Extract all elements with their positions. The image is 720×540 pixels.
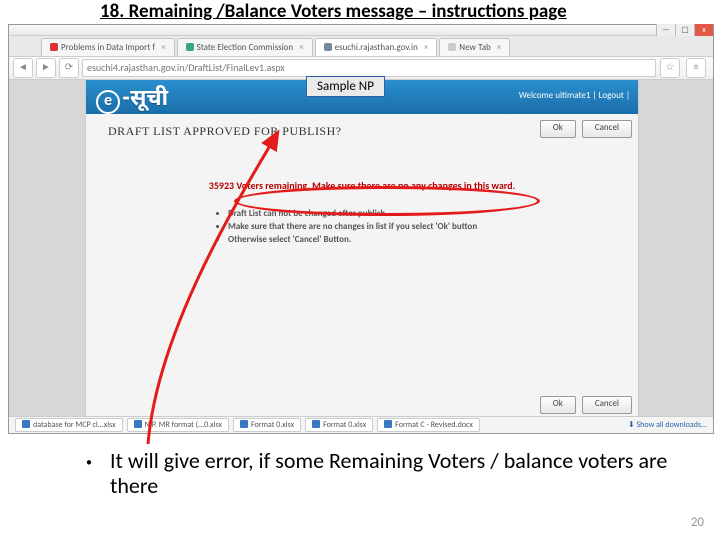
sample-np-callout: Sample NP (306, 76, 385, 97)
viewport: e-सूची Welcome ultimate1 | Logout | Ok C… (9, 80, 713, 420)
instruction-item: Otherwise select 'Cancel' Button. (228, 234, 616, 245)
file-icon (384, 420, 392, 428)
instruction-item: Draft List can not be changed after publ… (228, 208, 616, 219)
downloads-bar: database for MCP cl...xlsx N.P. MR format… (9, 416, 713, 433)
caption-text: It will give error, if some Remaining Vo… (110, 448, 700, 499)
browser-tab[interactable]: esuchi.rajasthan.gov.in× (315, 38, 438, 56)
url-field[interactable]: esuchi4.rajasthan.gov.in/DraftList/Final… (82, 59, 656, 77)
tab-strip: Problems in Data Import f×State Election… (9, 36, 713, 57)
file-icon (134, 420, 142, 428)
download-item[interactable]: database for MCP cl...xlsx (15, 418, 123, 432)
file-icon (312, 420, 320, 428)
app-frame: e-सूची Welcome ultimate1 | Logout | Ok C… (85, 80, 639, 420)
maximize-button[interactable]: ▢ (675, 24, 694, 36)
forward-button[interactable]: ► (36, 58, 56, 78)
menu-icon[interactable]: ≡ (686, 58, 706, 78)
slide-title: 18. Remaining /Balance Voters message – … (100, 0, 610, 23)
file-icon (22, 420, 30, 428)
close-button[interactable]: x (694, 24, 713, 36)
app-logo: e-सूची (96, 84, 168, 114)
download-item[interactable]: N.P. MR format (...0.xlsx (127, 418, 229, 432)
back-button[interactable]: ◄ (13, 58, 33, 78)
ok-button-bottom[interactable]: Ok (540, 396, 576, 414)
cancel-button-bottom[interactable]: Cancel (582, 396, 632, 414)
show-all-downloads[interactable]: ⬇ Show all downloads... (628, 420, 707, 430)
minimize-button[interactable]: — (656, 24, 675, 36)
welcome-text: Welcome ultimate1 | Logout | (519, 90, 630, 101)
window-title-bar: — ▢ x (9, 25, 713, 36)
instruction-item: Make sure that there are no changes in l… (228, 221, 616, 232)
ok-button-top[interactable]: Ok (540, 120, 576, 138)
browser-tab[interactable]: Problems in Data Import f× (41, 38, 175, 56)
file-icon (240, 420, 248, 428)
cancel-button-top[interactable]: Cancel (582, 120, 632, 138)
download-item[interactable]: Format 0.xlsx (305, 418, 373, 432)
page-number: 20 (691, 515, 704, 530)
download-item[interactable]: Format C - Revised.docx (377, 418, 480, 432)
download-item[interactable]: Format 0.xlsx (233, 418, 301, 432)
star-icon[interactable]: ☆ (660, 58, 680, 78)
warning-message: 35923 Voters remaining. Make sure there … (209, 179, 516, 192)
reload-button[interactable]: ⟳ (59, 58, 79, 78)
browser-tab[interactable]: State Election Commission× (177, 38, 313, 56)
browser-tab[interactable]: New Tab× (439, 38, 510, 56)
bullet-icon: • (86, 456, 92, 470)
instruction-list: Draft List can not be changed after publ… (228, 208, 616, 245)
